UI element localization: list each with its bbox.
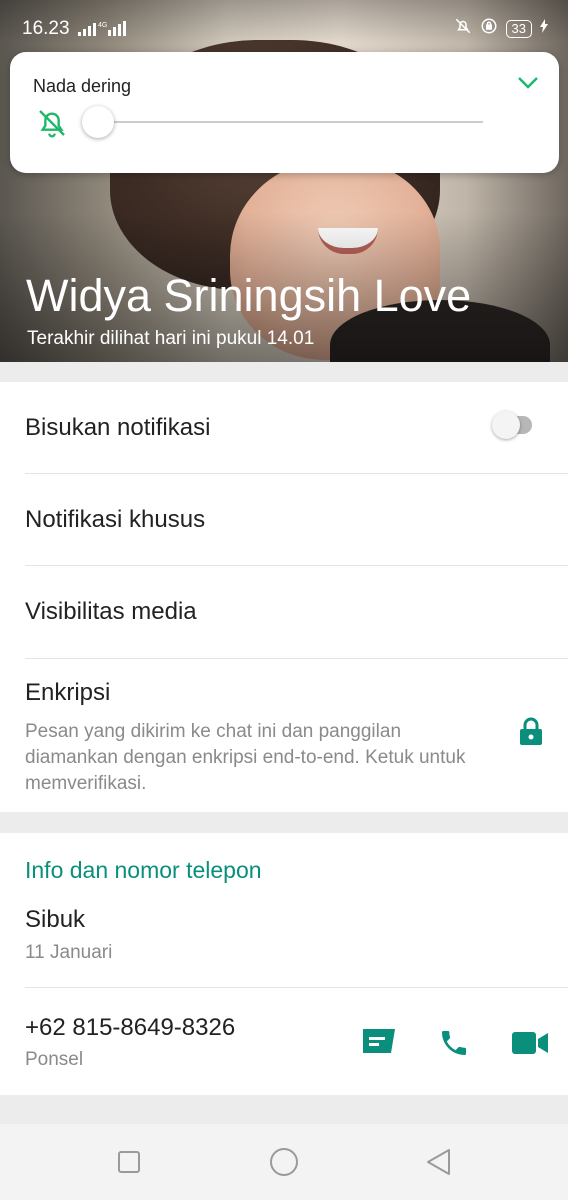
volume-label: Nada dering bbox=[33, 76, 132, 96]
status-time: 16.23 bbox=[22, 18, 70, 39]
bell-off-status-icon bbox=[454, 17, 472, 40]
chevron-down-icon[interactable] bbox=[517, 76, 539, 95]
media-visibility-row[interactable]: Visibilitas media bbox=[25, 566, 568, 659]
signal-icon: 4G bbox=[78, 20, 126, 41]
about-date: 11 Januari bbox=[25, 942, 113, 963]
settings-card: Bisukan notifikasi Notifikasi khusus Vis… bbox=[0, 382, 568, 812]
volume-popup: Nada dering bbox=[10, 52, 559, 173]
last-seen: Terakhir dilihat hari ini pukul 14.01 bbox=[27, 328, 315, 349]
encryption-row[interactable]: Enkripsi Pesan yang dikirim ke chat ini … bbox=[25, 659, 568, 812]
home-button[interactable] bbox=[268, 1146, 300, 1183]
about-text[interactable]: Sibuk bbox=[25, 906, 85, 934]
encryption-description: Pesan yang dikirim ke chat ini dan pangg… bbox=[25, 721, 466, 794]
back-button[interactable] bbox=[425, 1148, 453, 1181]
mute-toggle-knob bbox=[492, 411, 520, 439]
charging-icon bbox=[540, 19, 548, 38]
voice-call-icon[interactable] bbox=[438, 1027, 470, 1064]
battery-indicator: 33 bbox=[505, 19, 532, 38]
mute-notifications-row[interactable]: Bisukan notifikasi bbox=[25, 382, 568, 474]
info-section-title: Info dan nomor telepon bbox=[25, 857, 262, 883]
mute-toggle[interactable] bbox=[492, 411, 532, 439]
phone-type: Ponsel bbox=[25, 1049, 84, 1070]
video-call-icon[interactable] bbox=[512, 1032, 548, 1059]
recents-button[interactable] bbox=[117, 1150, 141, 1179]
status-icons: 33 bbox=[454, 17, 548, 40]
divider bbox=[25, 987, 568, 988]
custom-notifications-row[interactable]: Notifikasi khusus bbox=[25, 474, 568, 566]
lock-icon bbox=[519, 717, 543, 750]
rotation-lock-icon bbox=[480, 17, 498, 40]
message-icon[interactable] bbox=[361, 1027, 397, 1060]
navigation-bar bbox=[0, 1124, 568, 1200]
volume-slider-track[interactable] bbox=[98, 121, 483, 123]
encryption-label: Enkripsi bbox=[25, 679, 111, 706]
info-card: Info dan nomor telepon Sibuk 11 Januari … bbox=[0, 833, 568, 1095]
network-type: 4G bbox=[98, 22, 107, 29]
media-visibility-label: Visibilitas media bbox=[25, 598, 197, 625]
volume-slider-thumb[interactable] bbox=[82, 106, 114, 138]
custom-notifications-label: Notifikasi khusus bbox=[25, 506, 206, 533]
phone-number[interactable]: +62 815-8649-8326 bbox=[25, 1014, 235, 1042]
contact-name: Widya Sriningsih Love bbox=[26, 270, 472, 321]
mute-notifications-label: Bisukan notifikasi bbox=[25, 414, 211, 441]
bell-off-icon[interactable] bbox=[36, 107, 68, 144]
